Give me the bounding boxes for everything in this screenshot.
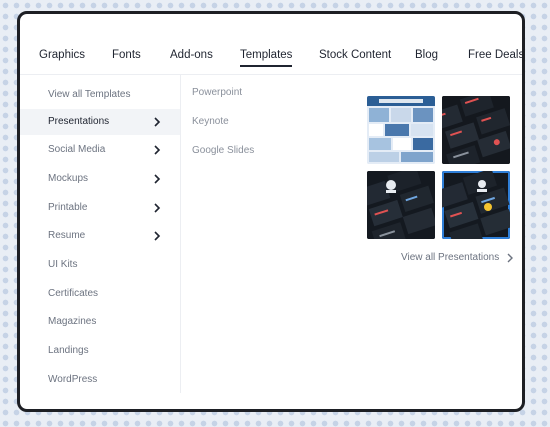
sidebar-item-label: UI Kits: [48, 259, 78, 270]
chevron-right-icon[interactable]: [504, 252, 516, 264]
presentation-thumbnail-dark-red[interactable]: [442, 96, 510, 164]
sidebar-item-ui-kits[interactable]: UI Kits: [20, 252, 180, 278]
sidebar-item-label: Social Media: [48, 144, 106, 155]
presentation-thumbnail-dark[interactable]: [367, 171, 435, 239]
sidebar-item-label: Printable: [48, 202, 88, 213]
chevron-right-icon: [154, 117, 161, 127]
sidebar-item-resume[interactable]: Resume: [20, 223, 180, 249]
sidebar-item-label: Presentations: [48, 116, 110, 127]
sidebar-item-mockups[interactable]: Mockups: [20, 166, 180, 192]
nav-blog[interactable]: Blog: [415, 48, 438, 62]
presentation-thumbnail-light[interactable]: [367, 96, 435, 164]
sidebar-item-presentations[interactable]: Presentations: [20, 109, 180, 135]
sidebar-item-label: Landings: [48, 345, 89, 356]
presentation-preview-image: [442, 171, 510, 239]
presentation-thumbnail-dark-blue[interactable]: [442, 171, 510, 239]
submenu-item-powerpoint[interactable]: Powerpoint: [192, 87, 242, 99]
sidebar-item-magazines[interactable]: Magazines: [20, 309, 180, 335]
submenu-item-keynote[interactable]: Keynote: [192, 116, 229, 128]
submenu-item-google-slides[interactable]: Google Slides: [192, 145, 254, 157]
chevron-right-icon: [154, 145, 161, 155]
nav-templates[interactable]: Templates: [240, 48, 293, 67]
sidebar-item-wordpress[interactable]: WordPress: [20, 367, 180, 393]
chevron-right-icon: [154, 231, 161, 241]
sidebar-item-label: View all Templates: [48, 89, 131, 100]
sidebar-item-view-all-templates[interactable]: View all Templates: [20, 82, 180, 108]
view-all-presentations-link[interactable]: View all Presentations: [401, 252, 499, 264]
nav-graphics[interactable]: Graphics: [39, 48, 85, 62]
sidebar-item-label: Magazines: [48, 316, 97, 327]
sidebar-item-label: Resume: [48, 230, 86, 241]
top-navigation: Graphics Fonts Add-ons Templates Stock C…: [20, 14, 522, 75]
sidebar-item-certificates[interactable]: Certificates: [20, 281, 180, 307]
sidebar-item-social-media[interactable]: Social Media: [20, 137, 180, 163]
chevron-right-icon: [154, 203, 161, 213]
nav-fonts[interactable]: Fonts: [112, 48, 141, 62]
sidebar-item-label: WordPress: [48, 374, 98, 385]
nav-stock-content[interactable]: Stock Content: [319, 48, 391, 62]
sidebar-item-label: Mockups: [48, 173, 89, 184]
nav-free-deals[interactable]: Free Deals: [468, 48, 522, 62]
presentation-preview-image: [367, 96, 435, 164]
template-categories-sidebar: View all Templates Presentations Social …: [20, 75, 181, 393]
sidebar-item-landings[interactable]: Landings: [20, 338, 180, 364]
sidebar-item-printable[interactable]: Printable: [20, 195, 180, 221]
nav-add-ons[interactable]: Add-ons: [170, 48, 213, 62]
sidebar-item-label: Certificates: [48, 288, 99, 299]
templates-mega-menu: Graphics Fonts Add-ons Templates Stock C…: [17, 11, 525, 412]
chevron-right-icon: [154, 174, 161, 184]
presentation-preview-image: [367, 171, 435, 239]
presentation-preview-image: [442, 96, 510, 164]
